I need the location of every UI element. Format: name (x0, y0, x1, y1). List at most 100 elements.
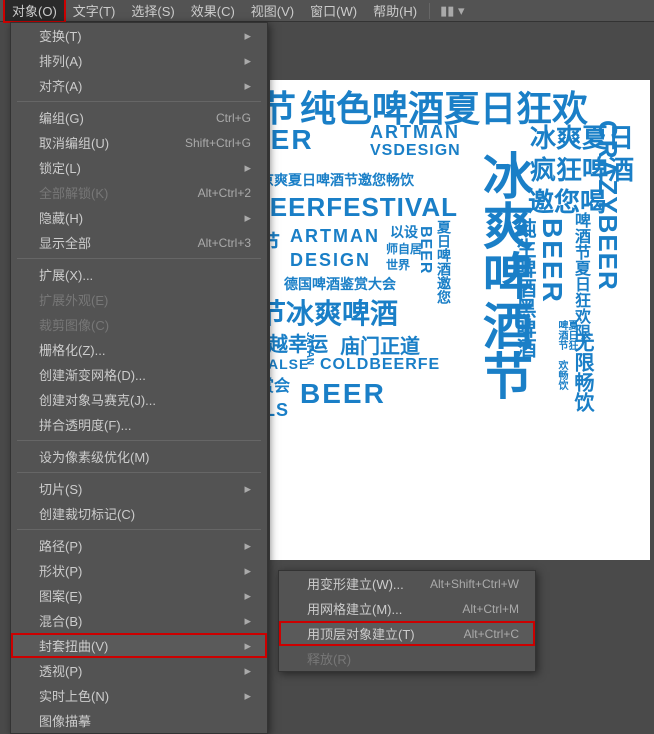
menu-item[interactable]: 排列(A) ▸ (11, 48, 267, 73)
artwork-text: 节 (270, 226, 280, 255)
menu-item-shortcut: Ctrl+G (216, 111, 251, 125)
envelope-distort-submenu: 用变形建立(W)...Alt+Shift+Ctrl+W用网格建立(M)...Al… (278, 570, 536, 672)
menu-item-label: 扩展(X)... (39, 265, 251, 284)
menu-item-shortcut: Alt+Ctrl+M (462, 602, 519, 616)
menu-item-label: 设为像素级优化(M) (39, 447, 251, 466)
artwork-text: 越幸运 (270, 328, 328, 357)
submenu-arrow-icon: ▸ (244, 481, 251, 497)
artwork-text: 世界 (386, 256, 410, 273)
artwork-text: BEERFESTIVAL (270, 192, 458, 223)
menu-item[interactable]: 锁定(L)▸ (11, 155, 267, 180)
artwork-text: ARTMAN (290, 226, 380, 247)
menu-item-label: 显示全部 (39, 233, 198, 252)
menu-item[interactable]: 取消编组(U)Shift+Ctrl+G (11, 130, 267, 155)
submenu-arrow-icon: ▸ (244, 160, 251, 176)
menu-item-label: 混合(B) (39, 611, 236, 630)
menu-item-label: 图案(E) (39, 586, 236, 605)
menu-item-label: 取消编组(U) (39, 133, 185, 152)
menu-item-label: 扩展外观(E) (39, 290, 251, 309)
menu-item-label: 变换(T) (39, 26, 236, 45)
artwork-text: 节冰爽啤酒 (270, 292, 398, 332)
menu-item[interactable]: 扩展(X)... (11, 262, 267, 287)
menu-item[interactable]: 切片(S) ▸ (11, 476, 267, 501)
artwork-text: 夏日狂 (564, 320, 579, 350)
submenu-arrow-icon: ▸ (244, 53, 251, 69)
menu-item: 扩展外观(E) (11, 287, 267, 312)
menubar: 对象(O)文字(T)选择(S)效果(C)视图(V)窗口(W)帮助(H) ▮▮ ▾ (0, 0, 654, 22)
menu-item-label: 排列(A) (39, 51, 236, 70)
menubar-item[interactable]: 视图(V) (243, 0, 302, 22)
submenu-arrow-icon: ▸ (244, 28, 251, 44)
menu-item-label: 用变形建立(W)... (307, 574, 430, 593)
menu-item-shortcut: Alt+Shift+Ctrl+W (430, 577, 519, 591)
menu-item-label: 隐藏(H) (39, 208, 236, 227)
menu-item-label: 栅格化(Z)... (39, 340, 251, 359)
menu-item[interactable]: 形状(P)▸ (11, 558, 267, 583)
artwork-text: VSDESIGN (370, 142, 461, 160)
menu-item-label: 编组(G) (39, 108, 216, 127)
menu-item-label: 透视(P) (39, 661, 236, 680)
artwork-text: 夏日啤酒邀您 (434, 220, 454, 304)
menubar-item[interactable]: 帮助(H) (365, 0, 425, 22)
menubar-item[interactable]: 选择(S) (123, 0, 182, 22)
menu-item[interactable]: 封套扭曲(V)▸ (11, 633, 267, 658)
object-menu: 变换(T)▸排列(A)▸对齐(A)▸编组(G)Ctrl+G取消编组(U)Shif… (10, 22, 268, 734)
menu-item-label: 全部解锁(K) (39, 183, 198, 202)
artwork-text: EER (270, 124, 314, 156)
artwork-text: 纯生啤酒黑啤酒 (510, 218, 539, 358)
menu-item[interactable]: 创建裁切标记(C) (11, 501, 267, 526)
artwork-text: JAPAN (304, 332, 315, 365)
menu-item[interactable]: 设为像素级优化(M) (11, 444, 267, 469)
menu-item[interactable]: 用网格建立(M)...Alt+Ctrl+M (279, 596, 535, 621)
menubar-item[interactable]: 窗口(W) (302, 0, 365, 22)
menu-item: 全部解锁(K)Alt+Ctrl+2 (11, 180, 267, 205)
submenu-arrow-icon: ▸ (244, 563, 251, 579)
artwork-text: ALS (270, 400, 289, 421)
submenu-arrow-icon: ▸ (244, 663, 251, 679)
menu-item-label: 路径(P) (39, 536, 236, 555)
artwork-text: DESIGN (290, 250, 371, 271)
menu-item-label: 对齐(A) (39, 76, 236, 95)
menu-item[interactable]: 实时上色(N)▸ (11, 683, 267, 708)
menu-item[interactable]: 创建渐变网格(D)... (11, 362, 267, 387)
menu-item[interactable]: 混合(B) ▸ (11, 608, 267, 633)
menu-item-label: 创建渐变网格(D)... (39, 365, 251, 384)
menu-item[interactable]: 图案(E) ▸ (11, 583, 267, 608)
menu-item[interactable]: 路径(P)▸ (11, 533, 267, 558)
artwork-text: CRAZYBEER (592, 120, 623, 291)
arrange-docs-button[interactable]: ▮▮ ▾ (434, 1, 470, 21)
menubar-item[interactable]: 文字(T) (65, 0, 124, 22)
menu-item-label: 释放(R) (307, 649, 519, 668)
menu-item-label: 创建裁切标记(C) (39, 504, 251, 523)
artwork-text: BEER (300, 378, 386, 410)
submenu-arrow-icon: ▸ (244, 613, 251, 629)
menu-item[interactable]: 图像描摹 (11, 708, 267, 733)
menu-item: 裁剪图像(C) (11, 312, 267, 337)
canvas-artwork: 节纯色啤酒夏日狂欢EERARTMANVSDESIGN冰爽夏日疯狂啤酒京爽夏日啤酒… (270, 80, 650, 560)
menu-item[interactable]: 用顶层对象建立(T)Alt+Ctrl+C (279, 621, 535, 646)
menu-item[interactable]: 拼合透明度(F)... (11, 412, 267, 437)
menubar-item[interactable]: 对象(O) (4, 0, 65, 22)
menu-item[interactable]: 编组(G)Ctrl+G (11, 105, 267, 130)
menu-item-label: 实时上色(N) (39, 686, 236, 705)
menu-item[interactable]: 隐藏(H)▸ (11, 205, 267, 230)
menu-item[interactable]: 显示全部Alt+Ctrl+3 (11, 230, 267, 255)
menu-item-label: 拼合透明度(F)... (39, 415, 251, 434)
menu-item[interactable]: 用变形建立(W)...Alt+Shift+Ctrl+W (279, 571, 535, 596)
menu-item: 释放(R) (279, 646, 535, 671)
submenu-arrow-icon: ▸ (244, 78, 251, 94)
artwork-text: 欢畅饮 (554, 360, 569, 390)
menu-item-shortcut: Alt+Ctrl+C (464, 627, 519, 641)
menubar-item[interactable]: 效果(C) (183, 0, 243, 22)
menu-item[interactable]: 对齐(A) ▸ (11, 73, 267, 98)
submenu-arrow-icon: ▸ (244, 638, 251, 654)
artwork-text: 以设 (390, 222, 418, 242)
menu-item[interactable]: 栅格化(Z)... (11, 337, 267, 362)
menu-item-label: 切片(S) (39, 479, 236, 498)
menu-item-shortcut: Alt+Ctrl+2 (198, 186, 251, 200)
submenu-arrow-icon: ▸ (244, 588, 251, 604)
menu-item[interactable]: 变换(T) ▸ (11, 23, 267, 48)
artwork-text: 庙门正道 (340, 330, 420, 359)
menu-item[interactable]: 创建对象马赛克(J)... (11, 387, 267, 412)
menu-item-label: 用网格建立(M)... (307, 599, 462, 618)
